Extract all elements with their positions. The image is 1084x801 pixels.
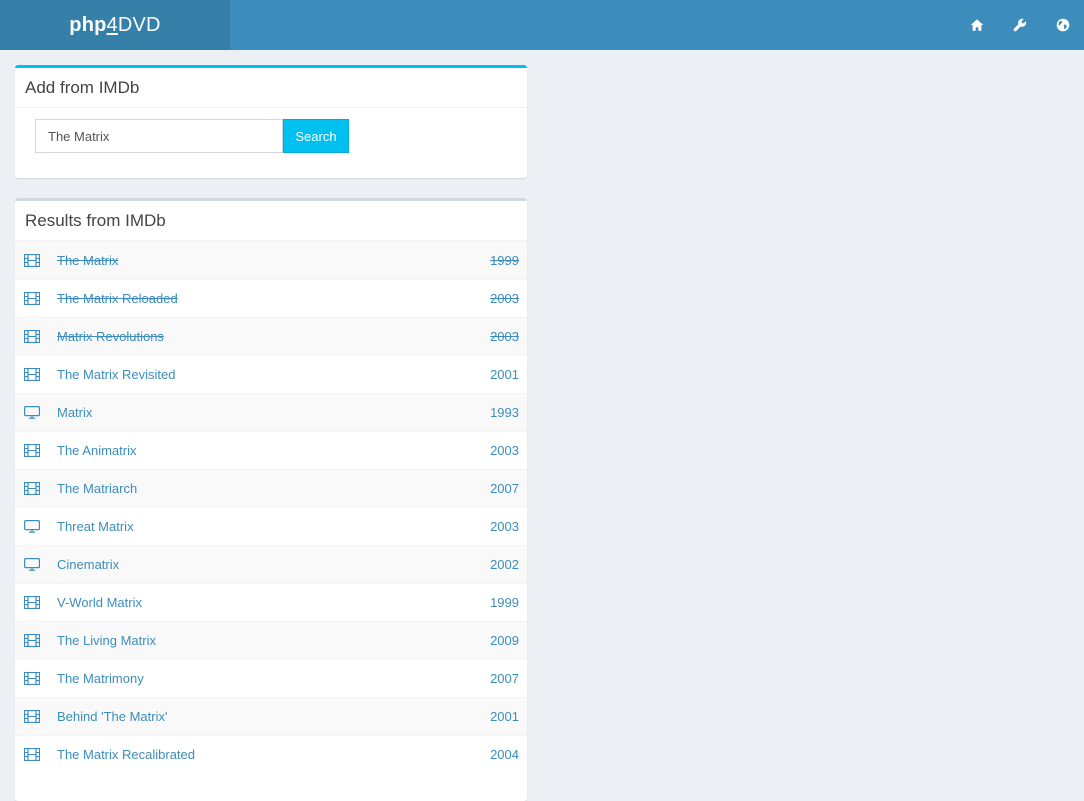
result-title-link[interactable]: The Matrix	[57, 253, 118, 268]
tv-icon	[24, 406, 40, 419]
film-icon	[24, 710, 40, 723]
film-icon	[24, 482, 40, 495]
panel-header: Results from IMDb	[15, 201, 527, 241]
result-title-link[interactable]: The Matrix Reloaded	[57, 291, 178, 306]
result-title-link[interactable]: The Matriarch	[57, 481, 137, 496]
results-list: The Matrix 1999 The Matrix Reloaded 2003…	[15, 241, 527, 773]
top-navbar: php 4 DVD	[0, 0, 1084, 50]
result-title-link[interactable]: Cinematrix	[57, 557, 119, 572]
result-row[interactable]: Behind 'The Matrix' 2001	[15, 697, 527, 735]
logo-prefix: php	[69, 13, 107, 36]
film-icon	[24, 368, 40, 381]
film-icon	[24, 444, 40, 457]
result-row[interactable]: The Living Matrix 2009	[15, 621, 527, 659]
imdb-search-input[interactable]	[35, 119, 283, 153]
result-title-link[interactable]: V-World Matrix	[57, 595, 142, 610]
add-from-imdb-panel: Add from IMDb Search	[15, 65, 527, 178]
film-icon	[24, 254, 40, 267]
search-button[interactable]: Search	[283, 119, 349, 153]
film-icon	[24, 634, 40, 647]
result-year-link[interactable]: 2007	[490, 481, 519, 496]
result-year-link[interactable]: 1993	[490, 405, 519, 420]
result-title-link[interactable]: Behind 'The Matrix'	[57, 709, 167, 724]
nav-icon-group	[955, 0, 1084, 50]
panel-header: Add from IMDb	[15, 68, 527, 108]
home-icon[interactable]	[955, 0, 998, 50]
result-year-link[interactable]: 2003	[490, 519, 519, 534]
result-title-link[interactable]: The Matrimony	[57, 671, 144, 686]
result-year-link[interactable]: 2007	[490, 671, 519, 686]
result-year-link[interactable]: 2003	[490, 443, 519, 458]
film-icon	[24, 672, 40, 685]
result-row[interactable]: Matrix Revolutions 2003	[15, 317, 527, 355]
result-year-link[interactable]: 2009	[490, 633, 519, 648]
film-icon	[24, 596, 40, 609]
result-row[interactable]: V-World Matrix 1999	[15, 583, 527, 621]
tv-icon	[24, 520, 40, 533]
result-row[interactable]: Matrix 1993	[15, 393, 527, 431]
result-title-link[interactable]: Matrix Revolutions	[57, 329, 164, 344]
result-row[interactable]: Cinematrix 2002	[15, 545, 527, 583]
results-panel: Results from IMDb The Matrix 1999 The Ma…	[15, 198, 527, 801]
result-row[interactable]: The Matrix 1999	[15, 241, 527, 279]
result-row[interactable]: The Matriarch 2007	[15, 469, 527, 507]
result-year-link[interactable]: 2003	[490, 329, 519, 344]
result-row[interactable]: Threat Matrix 2003	[15, 507, 527, 545]
result-title-link[interactable]: The Living Matrix	[57, 633, 156, 648]
film-icon	[24, 292, 40, 305]
result-row[interactable]: The Matrimony 2007	[15, 659, 527, 697]
result-row[interactable]: The Matrix Revisited 2001	[15, 355, 527, 393]
result-row[interactable]: The Animatrix 2003	[15, 431, 527, 469]
result-title-link[interactable]: The Animatrix	[57, 443, 136, 458]
panel-title: Results from IMDb	[25, 210, 166, 230]
globe-icon[interactable]	[1041, 0, 1084, 50]
result-year-link[interactable]: 2003	[490, 291, 519, 306]
film-icon	[24, 748, 40, 761]
result-title-link[interactable]: Threat Matrix	[57, 519, 134, 534]
logo-suffix: DVD	[117, 13, 161, 36]
result-year-link[interactable]: 1999	[490, 253, 519, 268]
result-year-link[interactable]: 2002	[490, 557, 519, 572]
result-year-link[interactable]: 1999	[490, 595, 519, 610]
result-year-link[interactable]: 2001	[490, 709, 519, 724]
logo-number: 4	[106, 13, 118, 36]
tv-icon	[24, 558, 40, 571]
film-icon	[24, 330, 40, 343]
wrench-icon[interactable]	[998, 0, 1041, 50]
result-row[interactable]: The Matrix Reloaded 2003	[15, 279, 527, 317]
result-row[interactable]: The Matrix Recalibrated 2004	[15, 735, 527, 773]
app-logo[interactable]: php 4 DVD	[0, 0, 230, 50]
result-title-link[interactable]: Matrix	[57, 405, 92, 420]
search-form: Search	[35, 119, 349, 153]
result-year-link[interactable]: 2001	[490, 367, 519, 382]
result-year-link[interactable]: 2004	[490, 747, 519, 762]
result-title-link[interactable]: The Matrix Revisited	[57, 367, 175, 382]
panel-title: Add from IMDb	[25, 77, 140, 97]
result-title-link[interactable]: The Matrix Recalibrated	[57, 747, 195, 762]
